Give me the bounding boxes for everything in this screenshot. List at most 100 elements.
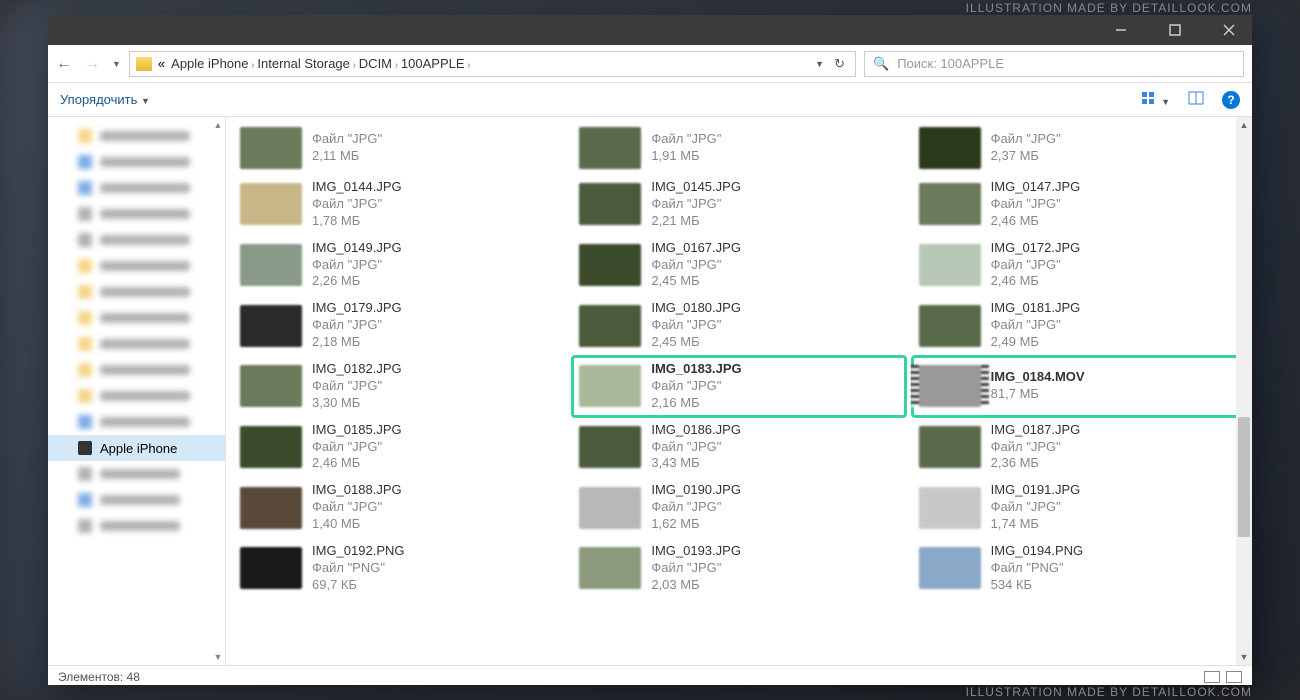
file-name: IMG_0193.JPG (651, 543, 741, 560)
chevron-right-icon: › (350, 60, 359, 71)
file-item[interactable]: IMG_0182.JPGФайл "JPG"3,30 МБ (234, 357, 565, 416)
scroll-up-button[interactable]: ▲ (1236, 117, 1252, 133)
image-thumbnail (240, 365, 302, 407)
image-thumbnail (579, 183, 641, 225)
file-item[interactable]: IMG_0145.JPGФайл "JPG"2,21 МБ (573, 175, 904, 234)
file-name: IMG_0191.JPG (991, 482, 1081, 499)
sidebar-item[interactable] (48, 383, 225, 409)
file-item[interactable]: Файл "JPG"2,37 МБ (913, 123, 1244, 173)
folder-icon (136, 57, 152, 71)
file-size: 2,45 МБ (651, 273, 741, 290)
breadcrumb-2[interactable]: DCIM (359, 56, 392, 71)
close-button[interactable] (1214, 15, 1244, 45)
image-thumbnail (579, 305, 641, 347)
file-item[interactable]: IMG_0188.JPGФайл "JPG"1,40 МБ (234, 478, 565, 537)
sidebar-item[interactable] (48, 201, 225, 227)
sidebar-item[interactable] (48, 149, 225, 175)
file-item[interactable]: IMG_0190.JPGФайл "JPG"1,62 МБ (573, 478, 904, 537)
file-name: IMG_0184.MOV (991, 369, 1085, 386)
forward-button[interactable]: → (84, 55, 100, 73)
file-size: 2,26 МБ (312, 273, 402, 290)
file-item[interactable]: IMG_0194.PNGФайл "PNG"534 КБ (913, 539, 1244, 598)
sidebar-item[interactable] (48, 461, 225, 487)
sidebar-item[interactable] (48, 357, 225, 383)
file-item[interactable]: IMG_0193.JPGФайл "JPG"2,03 МБ (573, 539, 904, 598)
search-input[interactable]: 🔍 Поиск: 100APPLE (864, 51, 1244, 77)
image-thumbnail (919, 244, 981, 286)
file-item[interactable]: IMG_0183.JPGФайл "JPG"2,16 МБ (573, 357, 904, 416)
address-bar[interactable]: « Apple iPhone › Internal Storage › DCIM… (129, 51, 856, 77)
sidebar-item[interactable] (48, 175, 225, 201)
file-name: IMG_0180.JPG (651, 300, 741, 317)
file-size: 3,43 МБ (651, 455, 741, 472)
sidebar-scrollbar[interactable]: ▲▼ (211, 117, 225, 665)
file-item[interactable]: IMG_0147.JPGФайл "JPG"2,46 МБ (913, 175, 1244, 234)
breadcrumb-3[interactable]: 100APPLE (401, 56, 465, 71)
device-icon (78, 441, 92, 455)
file-type: Файл "JPG" (991, 317, 1081, 334)
image-thumbnail (579, 426, 641, 468)
image-thumbnail (579, 127, 641, 169)
thumbnails-view-button[interactable] (1226, 671, 1242, 683)
minimize-button[interactable] (1106, 15, 1136, 45)
sidebar-item[interactable] (48, 513, 225, 539)
organize-menu[interactable]: Упорядочить ▼ (60, 92, 150, 107)
details-view-button[interactable] (1204, 671, 1220, 683)
maximize-button[interactable] (1160, 15, 1190, 45)
file-item[interactable]: IMG_0180.JPGФайл "JPG"2,45 МБ (573, 296, 904, 355)
refresh-button[interactable]: ↻ (834, 56, 845, 72)
file-item[interactable]: IMG_0191.JPGФайл "JPG"1,74 МБ (913, 478, 1244, 537)
file-item[interactable]: IMG_0184.MOV81,7 МБ (913, 357, 1244, 416)
file-name: IMG_0172.JPG (991, 240, 1081, 257)
sidebar-item[interactable] (48, 305, 225, 331)
chevron-right-icon: › (392, 60, 401, 71)
file-name: IMG_0192.PNG (312, 543, 405, 560)
recent-dropdown[interactable]: ▼ (112, 59, 121, 69)
image-thumbnail (919, 487, 981, 529)
file-type: Файл "JPG" (312, 499, 402, 516)
file-item[interactable]: IMG_0192.PNGФайл "PNG"69,7 КБ (234, 539, 565, 598)
navigation-row: ← → ▼ « Apple iPhone › Internal Storage … (48, 45, 1252, 83)
file-item[interactable]: IMG_0149.JPGФайл "JPG"2,26 МБ (234, 236, 565, 295)
breadcrumb-1[interactable]: Internal Storage (257, 56, 350, 71)
sidebar-item[interactable] (48, 487, 225, 513)
file-item[interactable]: IMG_0181.JPGФайл "JPG"2,49 МБ (913, 296, 1244, 355)
file-item[interactable]: Файл "JPG"2,11 МБ (234, 123, 565, 173)
file-name: IMG_0145.JPG (651, 179, 741, 196)
breadcrumb-0[interactable]: Apple iPhone (171, 56, 248, 71)
file-item[interactable]: IMG_0187.JPGФайл "JPG"2,36 МБ (913, 418, 1244, 477)
preview-pane-button[interactable] (1188, 91, 1204, 108)
scroll-down-button[interactable]: ▼ (1236, 649, 1252, 665)
file-type: Файл "JPG" (312, 131, 382, 148)
main-scrollbar[interactable]: ▲ ▼ (1236, 117, 1252, 665)
sidebar-item-apple-iphone[interactable]: Apple iPhone (48, 435, 225, 461)
file-size: 2,45 МБ (651, 334, 741, 351)
file-item[interactable]: IMG_0179.JPGФайл "JPG"2,18 МБ (234, 296, 565, 355)
help-button[interactable]: ? (1222, 91, 1240, 109)
view-options-button[interactable]: ▼ (1141, 91, 1170, 108)
file-size: 2,46 МБ (991, 273, 1081, 290)
video-thumbnail (919, 365, 981, 407)
sidebar-item[interactable] (48, 227, 225, 253)
file-type: Файл "JPG" (651, 131, 721, 148)
file-item[interactable]: IMG_0186.JPGФайл "JPG"3,43 МБ (573, 418, 904, 477)
sidebar-item[interactable] (48, 279, 225, 305)
file-type: Файл "PNG" (991, 560, 1084, 577)
file-item[interactable]: IMG_0167.JPGФайл "JPG"2,45 МБ (573, 236, 904, 295)
file-name: IMG_0179.JPG (312, 300, 402, 317)
sidebar-item[interactable] (48, 123, 225, 149)
sidebar-item[interactable] (48, 409, 225, 435)
file-item[interactable]: Файл "JPG"1,91 МБ (573, 123, 904, 173)
scroll-thumb[interactable] (1238, 417, 1250, 537)
file-name: IMG_0167.JPG (651, 240, 741, 257)
back-button[interactable]: ← (56, 55, 72, 73)
sidebar-item[interactable] (48, 331, 225, 357)
file-size: 2,18 МБ (312, 334, 402, 351)
file-item[interactable]: IMG_0172.JPGФайл "JPG"2,46 МБ (913, 236, 1244, 295)
file-item[interactable]: IMG_0185.JPGФайл "JPG"2,46 МБ (234, 418, 565, 477)
file-size: 2,36 МБ (991, 455, 1081, 472)
addr-dropdown-icon[interactable]: ▼ (815, 59, 824, 69)
file-size: 2,11 МБ (312, 148, 382, 165)
file-item[interactable]: IMG_0144.JPGФайл "JPG"1,78 МБ (234, 175, 565, 234)
sidebar-item[interactable] (48, 253, 225, 279)
